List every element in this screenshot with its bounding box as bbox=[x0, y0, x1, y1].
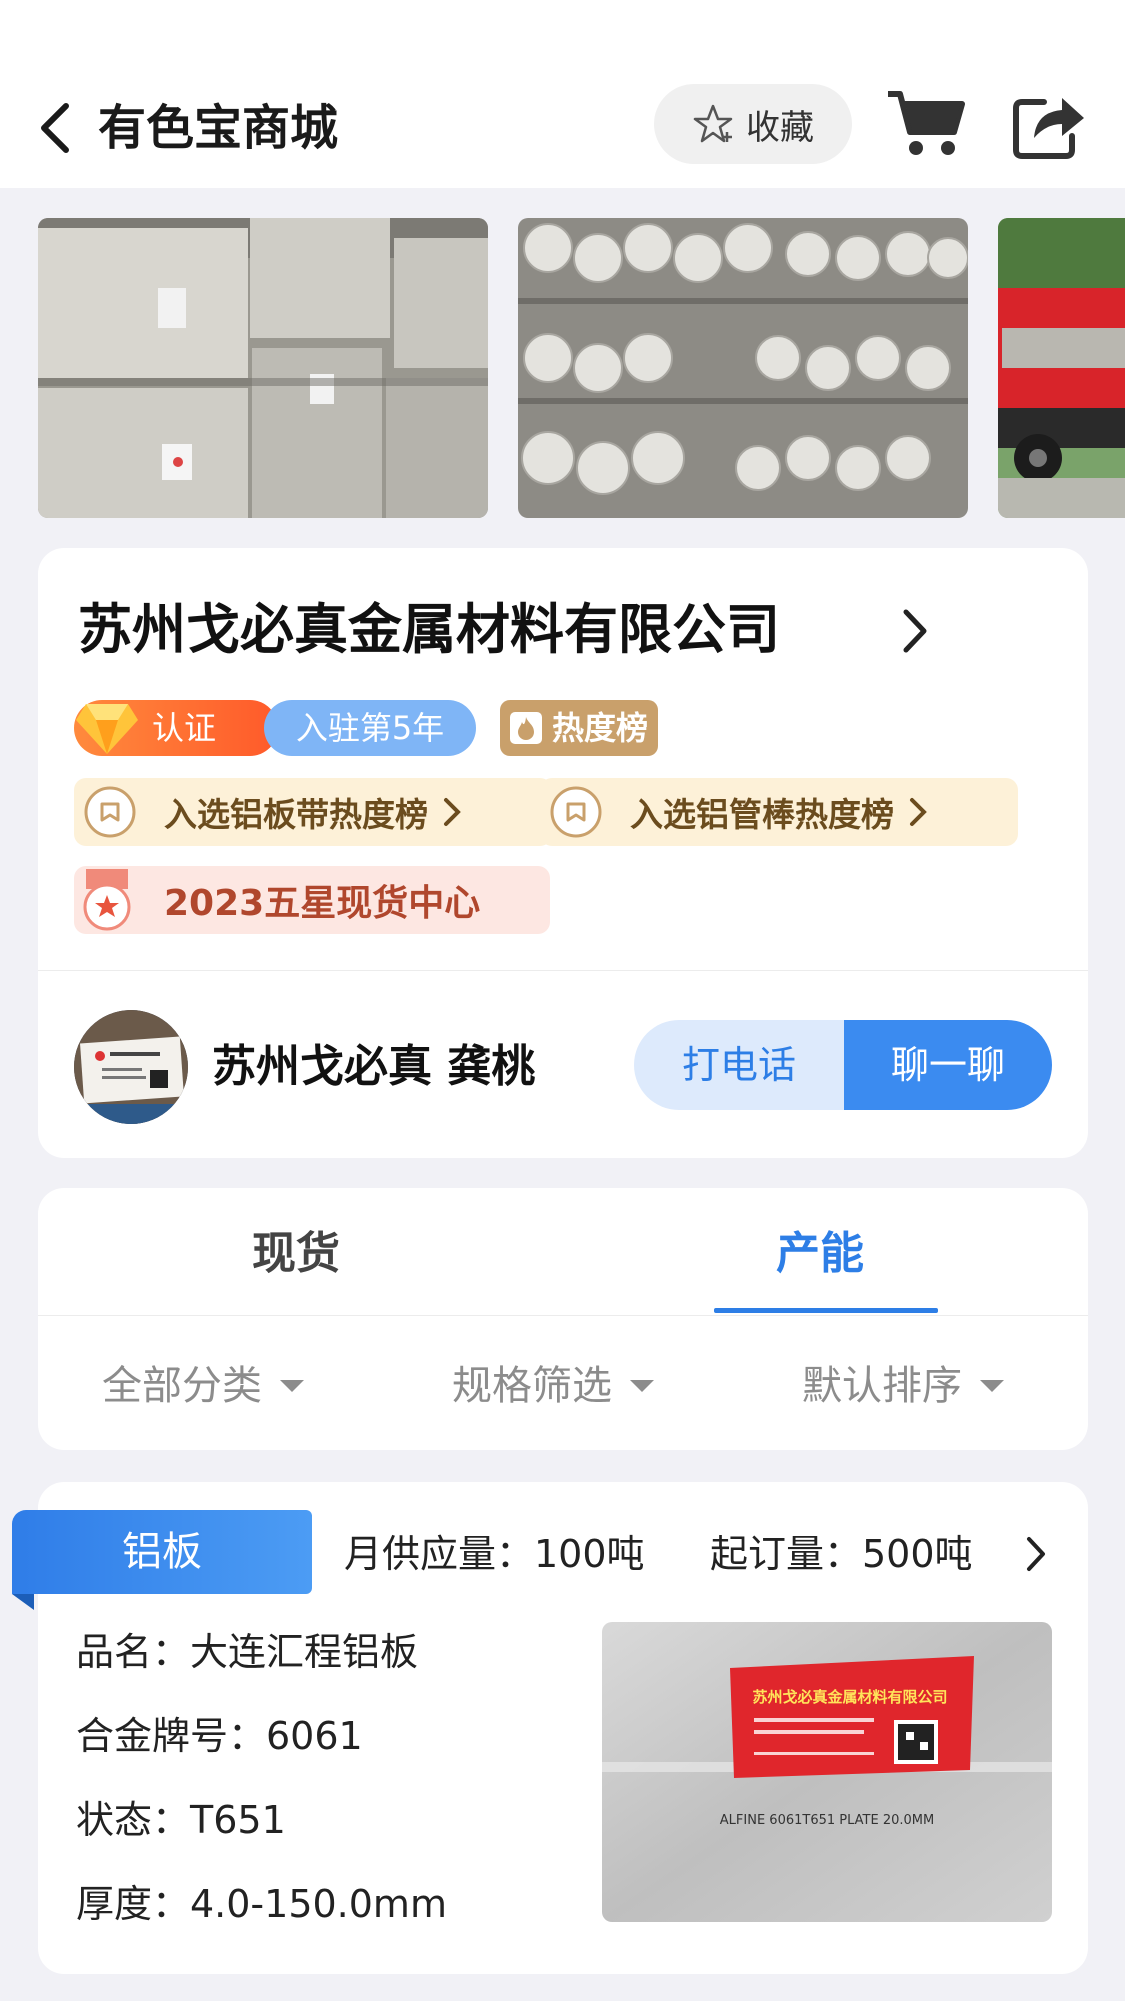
caret-down-icon bbox=[980, 1380, 1004, 1392]
photo-plate-text: ALFINE 6061T651 PLATE 20.0MM bbox=[720, 1813, 934, 1828]
favorite-label: 收藏 bbox=[746, 107, 814, 148]
favorite-button[interactable]: 收藏 bbox=[654, 84, 852, 164]
call-button[interactable]: 打电话 bbox=[634, 1020, 844, 1110]
five-star-center-badge: 2023五星现货中心 bbox=[74, 866, 550, 934]
caret-down-icon bbox=[630, 1380, 654, 1392]
cart-icon[interactable] bbox=[886, 88, 966, 158]
medal-icon bbox=[83, 869, 131, 931]
minimum-order: 起订量：500吨 bbox=[710, 1532, 973, 1576]
ranking-badge-icon bbox=[550, 786, 602, 838]
certified-label: 认证 bbox=[152, 709, 217, 747]
chevron-right-icon[interactable] bbox=[1024, 1534, 1048, 1574]
gallery-photo-bars[interactable] bbox=[518, 218, 968, 518]
chevron-right-icon bbox=[910, 798, 927, 826]
caret-down-icon bbox=[280, 1380, 304, 1392]
membership-years-badge: 入驻第5年 bbox=[264, 700, 476, 756]
contact-name: 苏州戈必真 龚桃 bbox=[212, 1041, 536, 1092]
chevron-right-icon[interactable] bbox=[896, 604, 932, 658]
ranking-badge-icon bbox=[84, 786, 136, 838]
photo-gallery[interactable] bbox=[38, 218, 1125, 518]
ranking-tube-rod[interactable]: 入选铝管棒热度榜 bbox=[540, 778, 1018, 846]
chat-button[interactable]: 聊一聊 bbox=[844, 1020, 1052, 1110]
tabs-card: 现货 产能 全部分类 规格筛选 默认排序 bbox=[38, 1188, 1088, 1450]
gallery-photo-bundles[interactable] bbox=[38, 218, 488, 518]
top-bar: 有色宝商城 收藏 bbox=[0, 0, 1125, 188]
monthly-supply: 月供应量：100吨 bbox=[344, 1532, 645, 1576]
certified-badge: 认证 bbox=[74, 700, 278, 756]
ranking-label: 入选铝管棒热度榜 bbox=[630, 795, 894, 834]
sort-label: 默认排序 bbox=[802, 1363, 962, 1409]
company-card: 苏州戈必真金属材料有限公司 认证 入驻第5年 热度榜 入选铝板带热度榜 入选铝管… bbox=[38, 548, 1088, 1158]
product-name: 品名：大连汇程铝板 bbox=[76, 1630, 419, 1674]
product-photo[interactable]: 苏州戈必真金属材料有限公司 ALFINE 6061T651 PLATE 20.0… bbox=[602, 1622, 1052, 1922]
page-title: 有色宝商城 bbox=[98, 100, 339, 156]
ranking-plate-strip[interactable]: 入选铝板带热度榜 bbox=[74, 778, 552, 846]
tab-capacity[interactable]: 产能 bbox=[776, 1224, 864, 1284]
spec-filter-dropdown[interactable]: 规格筛选 bbox=[452, 1358, 654, 1414]
category-ribbon: 铝板 bbox=[12, 1510, 312, 1594]
ranking-label: 入选铝板带热度榜 bbox=[164, 795, 428, 834]
hot-rank-badge: 热度榜 bbox=[500, 700, 658, 756]
back-arrow-icon[interactable] bbox=[34, 100, 74, 156]
flame-icon bbox=[510, 712, 542, 744]
ribbon-fold bbox=[12, 1594, 34, 1610]
share-icon[interactable] bbox=[1010, 88, 1086, 160]
photo-sign-company: 苏州戈必真金属材料有限公司 bbox=[752, 1688, 947, 1706]
category-filter-dropdown[interactable]: 全部分类 bbox=[102, 1358, 304, 1414]
star-outline-icon bbox=[693, 104, 733, 143]
active-tab-indicator bbox=[714, 1308, 938, 1313]
avatar[interactable] bbox=[74, 1010, 188, 1124]
category-filter-label: 全部分类 bbox=[102, 1363, 262, 1409]
divider bbox=[38, 970, 1088, 971]
alloy-grade: 合金牌号：6061 bbox=[76, 1714, 363, 1758]
five-star-center-label: 2023五星现货中心 bbox=[164, 883, 481, 924]
hot-rank-label: 热度榜 bbox=[552, 709, 649, 747]
temper-state: 状态：T651 bbox=[76, 1798, 286, 1842]
divider bbox=[38, 1315, 1088, 1316]
chevron-right-icon bbox=[444, 798, 461, 826]
product-card[interactable]: 铝板 月供应量：100吨 起订量：500吨 品名：大连汇程铝板 合金牌号：606… bbox=[12, 1482, 1088, 1974]
tab-spot-goods[interactable]: 现货 bbox=[252, 1224, 340, 1284]
diamond-icon bbox=[76, 704, 138, 754]
spec-filter-label: 规格筛选 bbox=[452, 1363, 612, 1409]
thickness-range: 厚度：4.0-150.0mm bbox=[76, 1882, 447, 1926]
sort-dropdown[interactable]: 默认排序 bbox=[802, 1358, 1004, 1414]
gallery-photo-truck[interactable] bbox=[998, 218, 1125, 518]
company-name[interactable]: 苏州戈必真金属材料有限公司 bbox=[78, 594, 780, 666]
